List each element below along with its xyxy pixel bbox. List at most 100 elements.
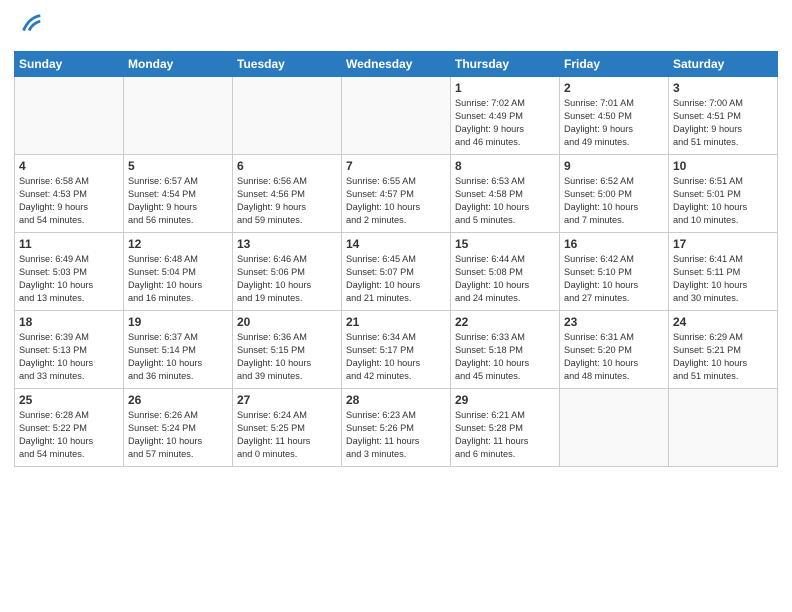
day-info: Sunrise: 6:29 AMSunset: 5:21 PMDaylight:…: [673, 331, 773, 383]
day-info: Sunrise: 7:02 AMSunset: 4:49 PMDaylight:…: [455, 97, 555, 149]
day-number: 24: [673, 315, 773, 329]
calendar-cell: 19 Sunrise: 6:37 AMSunset: 5:14 PMDayligh…: [124, 311, 233, 389]
weekday-header-sunday: Sunday: [15, 52, 124, 77]
calendar-cell: [669, 389, 778, 467]
day-info: Sunrise: 6:57 AMSunset: 4:54 PMDaylight:…: [128, 175, 228, 227]
calendar-cell: 14 Sunrise: 6:45 AMSunset: 5:07 PMDayligh…: [342, 233, 451, 311]
day-number: 4: [19, 159, 119, 173]
calendar-cell: 23 Sunrise: 6:31 AMSunset: 5:20 PMDayligh…: [560, 311, 669, 389]
calendar-cell: 24 Sunrise: 6:29 AMSunset: 5:21 PMDayligh…: [669, 311, 778, 389]
day-info: Sunrise: 6:46 AMSunset: 5:06 PMDaylight:…: [237, 253, 337, 305]
calendar-table: SundayMondayTuesdayWednesdayThursdayFrid…: [14, 51, 778, 467]
calendar-cell: 2 Sunrise: 7:01 AMSunset: 4:50 PMDaylight…: [560, 77, 669, 155]
day-info: Sunrise: 6:37 AMSunset: 5:14 PMDaylight:…: [128, 331, 228, 383]
week-row-5: 25 Sunrise: 6:28 AMSunset: 5:22 PMDayligh…: [15, 389, 778, 467]
day-number: 11: [19, 237, 119, 251]
calendar-cell: 16 Sunrise: 6:42 AMSunset: 5:10 PMDayligh…: [560, 233, 669, 311]
calendar-cell: 22 Sunrise: 6:33 AMSunset: 5:18 PMDayligh…: [451, 311, 560, 389]
day-number: 26: [128, 393, 228, 407]
day-number: 9: [564, 159, 664, 173]
day-number: 2: [564, 81, 664, 95]
day-number: 20: [237, 315, 337, 329]
calendar-cell: 11 Sunrise: 6:49 AMSunset: 5:03 PMDayligh…: [15, 233, 124, 311]
calendar-cell: 26 Sunrise: 6:26 AMSunset: 5:24 PMDayligh…: [124, 389, 233, 467]
page-container: SundayMondayTuesdayWednesdayThursdayFrid…: [0, 0, 792, 477]
calendar-cell: 20 Sunrise: 6:36 AMSunset: 5:15 PMDayligh…: [233, 311, 342, 389]
calendar-cell: 4 Sunrise: 6:58 AMSunset: 4:53 PMDaylight…: [15, 155, 124, 233]
day-info: Sunrise: 6:53 AMSunset: 4:58 PMDaylight:…: [455, 175, 555, 227]
day-info: Sunrise: 6:26 AMSunset: 5:24 PMDaylight:…: [128, 409, 228, 461]
day-number: 21: [346, 315, 446, 329]
day-number: 10: [673, 159, 773, 173]
calendar-cell: [342, 77, 451, 155]
weekday-header-saturday: Saturday: [669, 52, 778, 77]
calendar-cell: 10 Sunrise: 6:51 AMSunset: 5:01 PMDayligh…: [669, 155, 778, 233]
calendar-cell: 6 Sunrise: 6:56 AMSunset: 4:56 PMDaylight…: [233, 155, 342, 233]
weekday-header-row: SundayMondayTuesdayWednesdayThursdayFrid…: [15, 52, 778, 77]
day-number: 22: [455, 315, 555, 329]
day-info: Sunrise: 7:00 AMSunset: 4:51 PMDaylight:…: [673, 97, 773, 149]
weekday-header-wednesday: Wednesday: [342, 52, 451, 77]
calendar-cell: [560, 389, 669, 467]
week-row-4: 18 Sunrise: 6:39 AMSunset: 5:13 PMDayligh…: [15, 311, 778, 389]
day-number: 16: [564, 237, 664, 251]
day-number: 19: [128, 315, 228, 329]
calendar-cell: 28 Sunrise: 6:23 AMSunset: 5:26 PMDayligh…: [342, 389, 451, 467]
day-number: 28: [346, 393, 446, 407]
day-info: Sunrise: 6:49 AMSunset: 5:03 PMDaylight:…: [19, 253, 119, 305]
day-info: Sunrise: 6:52 AMSunset: 5:00 PMDaylight:…: [564, 175, 664, 227]
day-info: Sunrise: 6:31 AMSunset: 5:20 PMDaylight:…: [564, 331, 664, 383]
calendar-cell: 8 Sunrise: 6:53 AMSunset: 4:58 PMDaylight…: [451, 155, 560, 233]
day-number: 27: [237, 393, 337, 407]
day-info: Sunrise: 6:41 AMSunset: 5:11 PMDaylight:…: [673, 253, 773, 305]
calendar-cell: 13 Sunrise: 6:46 AMSunset: 5:06 PMDayligh…: [233, 233, 342, 311]
day-number: 18: [19, 315, 119, 329]
logo-icon: [16, 10, 44, 38]
day-number: 5: [128, 159, 228, 173]
calendar-cell: 9 Sunrise: 6:52 AMSunset: 5:00 PMDaylight…: [560, 155, 669, 233]
day-info: Sunrise: 6:55 AMSunset: 4:57 PMDaylight:…: [346, 175, 446, 227]
calendar-cell: [124, 77, 233, 155]
day-number: 8: [455, 159, 555, 173]
calendar-cell: 25 Sunrise: 6:28 AMSunset: 5:22 PMDayligh…: [15, 389, 124, 467]
day-number: 7: [346, 159, 446, 173]
day-info: Sunrise: 6:23 AMSunset: 5:26 PMDaylight:…: [346, 409, 446, 461]
week-row-1: 1Sunrise: 7:02 AMSunset: 4:49 PMDaylight…: [15, 77, 778, 155]
calendar-cell: 18 Sunrise: 6:39 AMSunset: 5:13 PMDayligh…: [15, 311, 124, 389]
calendar-cell: 27Sunrise: 6:24 AMSunset: 5:25 PMDayligh…: [233, 389, 342, 467]
calendar-cell: 29Sunrise: 6:21 AMSunset: 5:28 PMDayligh…: [451, 389, 560, 467]
calendar-cell: [233, 77, 342, 155]
day-number: 13: [237, 237, 337, 251]
day-info: Sunrise: 6:21 AMSunset: 5:28 PMDaylight:…: [455, 409, 555, 461]
day-info: Sunrise: 6:58 AMSunset: 4:53 PMDaylight:…: [19, 175, 119, 227]
day-info: Sunrise: 6:33 AMSunset: 5:18 PMDaylight:…: [455, 331, 555, 383]
day-info: Sunrise: 7:01 AMSunset: 4:50 PMDaylight:…: [564, 97, 664, 149]
day-info: Sunrise: 6:51 AMSunset: 5:01 PMDaylight:…: [673, 175, 773, 227]
day-number: 3: [673, 81, 773, 95]
day-info: Sunrise: 6:44 AMSunset: 5:08 PMDaylight:…: [455, 253, 555, 305]
day-info: Sunrise: 6:56 AMSunset: 4:56 PMDaylight:…: [237, 175, 337, 227]
calendar-cell: 3 Sunrise: 7:00 AMSunset: 4:51 PMDaylight…: [669, 77, 778, 155]
day-number: 14: [346, 237, 446, 251]
calendar-cell: 5 Sunrise: 6:57 AMSunset: 4:54 PMDaylight…: [124, 155, 233, 233]
calendar-cell: 12 Sunrise: 6:48 AMSunset: 5:04 PMDayligh…: [124, 233, 233, 311]
day-number: 25: [19, 393, 119, 407]
weekday-header-monday: Monday: [124, 52, 233, 77]
day-number: 15: [455, 237, 555, 251]
day-info: Sunrise: 6:39 AMSunset: 5:13 PMDaylight:…: [19, 331, 119, 383]
day-number: 12: [128, 237, 228, 251]
calendar-cell: 7 Sunrise: 6:55 AMSunset: 4:57 PMDaylight…: [342, 155, 451, 233]
day-info: Sunrise: 6:36 AMSunset: 5:15 PMDaylight:…: [237, 331, 337, 383]
weekday-header-thursday: Thursday: [451, 52, 560, 77]
day-number: 6: [237, 159, 337, 173]
calendar-cell: 17Sunrise: 6:41 AMSunset: 5:11 PMDayligh…: [669, 233, 778, 311]
weekday-header-tuesday: Tuesday: [233, 52, 342, 77]
calendar-cell: 15 Sunrise: 6:44 AMSunset: 5:08 PMDayligh…: [451, 233, 560, 311]
day-info: Sunrise: 6:28 AMSunset: 5:22 PMDaylight:…: [19, 409, 119, 461]
day-info: Sunrise: 6:42 AMSunset: 5:10 PMDaylight:…: [564, 253, 664, 305]
day-info: Sunrise: 6:45 AMSunset: 5:07 PMDaylight:…: [346, 253, 446, 305]
day-number: 23: [564, 315, 664, 329]
header: [14, 10, 778, 43]
day-info: Sunrise: 6:48 AMSunset: 5:04 PMDaylight:…: [128, 253, 228, 305]
calendar-cell: [15, 77, 124, 155]
